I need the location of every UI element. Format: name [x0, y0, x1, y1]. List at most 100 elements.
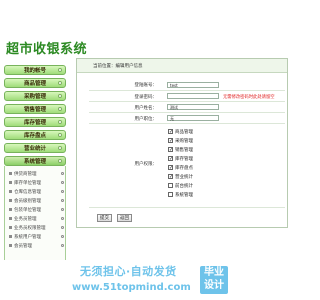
badge-line-2: 设计 — [204, 280, 224, 291]
username-input[interactable]: test — [167, 82, 219, 88]
permission-option[interactable]: ✓ 库存管理 — [168, 155, 193, 162]
checkbox[interactable]: ✓ — [168, 165, 173, 171]
form-row-password: 登录密码： 无需修改密码时此处请留空 — [89, 92, 285, 102]
menu-label: 商品管理 — [23, 81, 46, 87]
menu-label: 库存盘点 — [23, 133, 46, 139]
submenu-item[interactable]: 仓库信息管理 — [9, 188, 65, 195]
submenu-label: 会员级别管理 — [14, 198, 41, 204]
bullet-icon — [9, 235, 12, 238]
expand-icon — [58, 94, 62, 98]
submenu-item[interactable]: 库存单位管理 — [9, 179, 65, 186]
submenu-item[interactable]: 业务员管理 — [9, 215, 65, 222]
permission-label: 系统管理 — [175, 192, 193, 198]
collapse-icon — [58, 159, 62, 163]
banner-url: www.51topmind.com — [72, 282, 191, 293]
submenu-label: 仓库信息管理 — [14, 189, 41, 195]
submenu-item[interactable]: 会员管理 — [9, 242, 65, 249]
permission-option[interactable]: ✓ 商品管理 — [168, 128, 193, 135]
checkbox[interactable]: ✓ — [168, 138, 173, 144]
checkbox[interactable] — [168, 183, 173, 188]
permission-option[interactable]: ✓ 库存盘点 — [168, 164, 193, 171]
expand-icon — [58, 133, 62, 137]
permission-label: 前台统计 — [175, 183, 193, 189]
watermark-banner: 无须担心·自动发货 www.51topmind.com 毕业 设计 — [0, 260, 300, 300]
checkbox[interactable]: ✓ — [168, 129, 173, 135]
menu-label: 我的帐号 — [23, 68, 46, 74]
submenu-label: 系统用户管理 — [14, 234, 41, 240]
expand-icon — [58, 68, 62, 72]
permission-label: 商品管理 — [175, 129, 193, 135]
name-label: 用户姓名： — [134, 106, 158, 111]
back-button[interactable]: 返回 — [117, 214, 132, 222]
menu-goods[interactable]: 商品管理 — [4, 78, 66, 88]
bullet-icon — [9, 226, 12, 229]
expand-icon — [58, 146, 62, 150]
bullet-icon — [9, 190, 12, 193]
submenu-item[interactable]: 会员级别管理 — [9, 197, 65, 204]
expand-icon — [58, 81, 62, 85]
permission-option[interactable]: 系统管理 — [168, 191, 193, 198]
permission-label: 库存管理 — [175, 156, 193, 162]
menu-inventory[interactable]: 库存管理 — [4, 117, 66, 127]
name-input[interactable]: 测试 — [167, 104, 219, 110]
bullet-icon — [9, 217, 12, 220]
username-label: 登陆账号： — [134, 83, 158, 88]
menu-label: 库存管理 — [23, 120, 46, 126]
circle-icon — [61, 217, 64, 220]
permission-label: 采购管理 — [175, 138, 193, 144]
submenu-label: 业务员管理 — [14, 216, 37, 222]
breadcrumb: 当前位置：编辑用户信息 — [77, 59, 287, 73]
permission-option[interactable]: ✓ 营业统计 — [168, 173, 193, 180]
header: 超市收银系统 — [0, 0, 300, 58]
circle-icon — [61, 235, 64, 238]
permissions-label: 用户权限： — [134, 162, 158, 167]
circle-icon — [61, 199, 64, 202]
permission-option[interactable]: 前台统计 — [168, 182, 193, 189]
circle-icon — [61, 208, 64, 211]
circle-icon — [61, 190, 64, 193]
checkbox[interactable]: ✓ — [168, 156, 173, 162]
submenu-item[interactable]: 系统用户管理 — [9, 233, 65, 240]
menu-label: 采购管理 — [23, 94, 46, 100]
password-label: 登录密码： — [134, 95, 158, 100]
password-input[interactable] — [167, 93, 219, 99]
role-label: 用户职位： — [134, 117, 158, 122]
submit-button[interactable]: 提交 — [97, 214, 112, 222]
submenu-item[interactable]: 业务员权限管理 — [9, 224, 65, 231]
circle-icon — [61, 172, 64, 175]
checkbox[interactable]: ✓ — [168, 147, 173, 153]
checkbox[interactable] — [168, 192, 173, 197]
main-panel: 当前位置：编辑用户信息 登陆账号： test 登录密码： 无需修改密码时此处请留… — [76, 58, 288, 228]
bullet-icon — [9, 181, 12, 184]
permission-label: 销售管理 — [175, 147, 193, 153]
menu-label: 系统管理 — [23, 159, 46, 165]
password-hint: 无需修改密码时此处请留空 — [223, 95, 275, 100]
badge-line-1: 毕业 — [204, 267, 224, 278]
permission-option[interactable]: ✓ 采购管理 — [168, 137, 193, 144]
submenu-label: 包装单位管理 — [14, 207, 41, 213]
permission-option[interactable]: ✓ 销售管理 — [168, 146, 193, 153]
menu-sales[interactable]: 销售管理 — [4, 104, 66, 114]
checkbox[interactable]: ✓ — [168, 174, 173, 180]
circle-icon — [61, 181, 64, 184]
submenu-label: 供货商管理 — [14, 171, 37, 177]
form-row-permissions: 用户权限： ✓ 商品管理 ✓ 采购管理 ✓ 销售管理 ✓ 库存管理 ✓ 库存盘点 ✓ 营业统… — [89, 125, 285, 208]
role-input[interactable]: 无 — [167, 115, 219, 121]
menu-statistics[interactable]: 营业统计 — [4, 143, 66, 153]
submenu-item[interactable]: 供货商管理 — [9, 170, 65, 177]
expand-icon — [58, 107, 62, 111]
bullet-icon — [9, 199, 12, 202]
menu-system[interactable]: 系统管理 — [4, 156, 66, 166]
menu-label: 营业统计 — [23, 146, 46, 152]
submenu-item[interactable]: 包装单位管理 — [9, 206, 65, 213]
form-row-name: 用户姓名： 测试 — [89, 103, 285, 113]
menu-label: 销售管理 — [23, 107, 46, 113]
banner-badge: 毕业 设计 — [200, 266, 228, 294]
menu-purchase[interactable]: 采购管理 — [4, 91, 66, 101]
permission-label: 营业统计 — [175, 174, 193, 180]
menu-my-account[interactable]: 我的帐号 — [4, 65, 66, 75]
submenu-label: 业务员权限管理 — [14, 225, 46, 231]
permission-label: 库存盘点 — [175, 165, 193, 171]
menu-stocktake[interactable]: 库存盘点 — [4, 130, 66, 140]
form-row-username: 登陆账号： test — [89, 81, 285, 91]
